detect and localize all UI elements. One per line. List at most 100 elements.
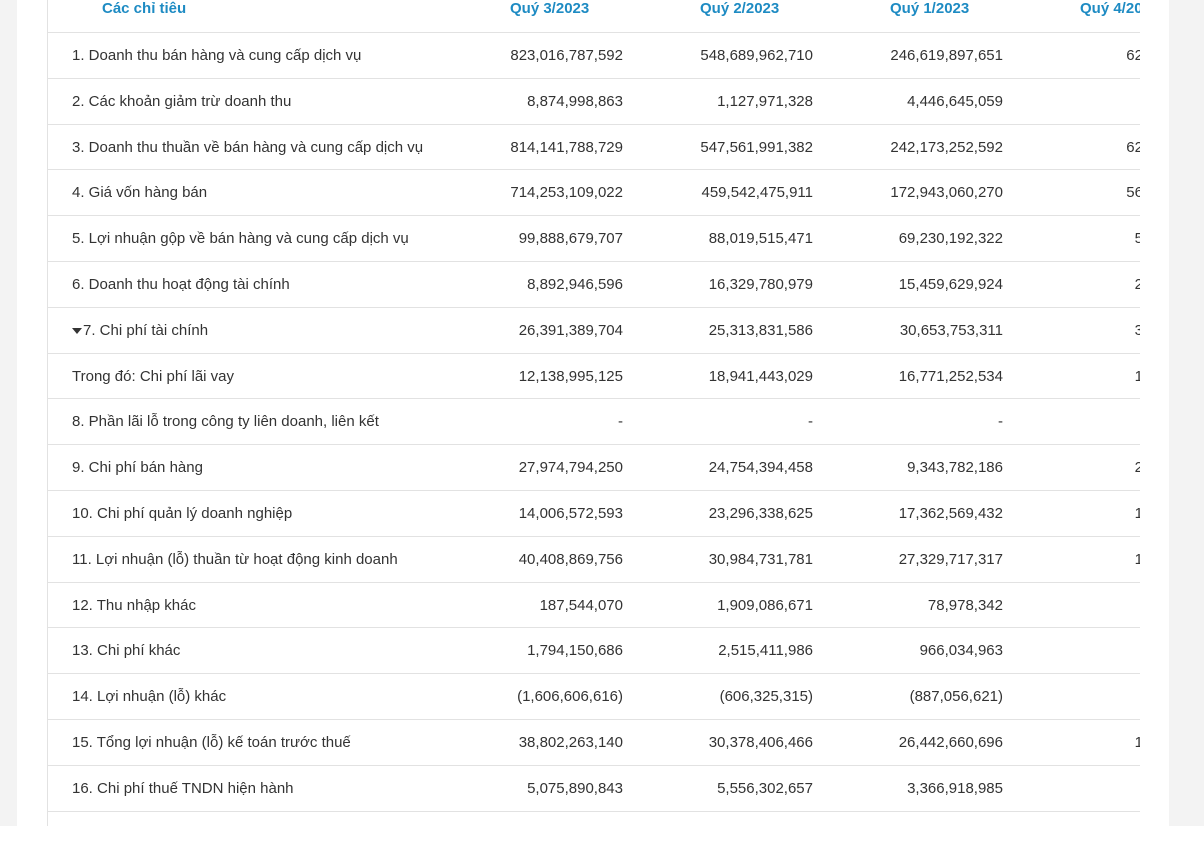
cell-q2: 18,941,443,029 <box>708 367 813 385</box>
row-label: 14. Lợi nhuận (lỗ) khác <box>72 674 226 719</box>
cell-q3: - <box>618 413 623 431</box>
table-row: 5. Lợi nhuận gộp về bán hàng và cung cấp… <box>48 216 1140 262</box>
table-row: 13. Chi phí khác 1,794,150,686 2,515,411,9… <box>48 628 1140 675</box>
cell-q1: - <box>998 413 1003 431</box>
page-background-right <box>1169 0 1204 826</box>
cell-q1: 17,362,569,432 <box>898 504 1003 522</box>
row-label: 13. Chi phí khác <box>72 628 180 673</box>
cell-q2: 30,378,406,466 <box>708 733 813 751</box>
cell-q3: 14,006,572,593 <box>518 504 623 522</box>
cell-q2: 1,909,086,671 <box>717 596 813 614</box>
cell-q1: 78,978,342 <box>927 596 1003 614</box>
cell-q2: 25,313,831,586 <box>708 321 813 339</box>
table-row: 3. Doanh thu thuần về bán hàng và cung c… <box>48 125 1140 171</box>
cell-q2: 1,127,971,328 <box>717 92 813 110</box>
cell-q3: 40,408,869,756 <box>518 550 623 568</box>
row-label: 10. Chi phí quản lý doanh nghiệp <box>72 491 292 536</box>
page-background-left <box>0 0 17 826</box>
table-row: 8. Phần lãi lỗ trong công ty liên doanh,… <box>48 399 1140 446</box>
cell-q4: 13,144,0 <box>1003 354 1140 399</box>
cell-q1: 27,329,717,317 <box>898 550 1003 568</box>
table-row: Trong đó: Chi phí lãi vay 12,138,995,125 1… <box>48 354 1140 400</box>
cell-q3: 99,888,679,707 <box>518 230 623 248</box>
cell-q2: 16,329,780,979 <box>708 275 813 293</box>
cell-q3: 823,016,787,592 <box>510 47 623 64</box>
header-q1-2023[interactable]: Quý 1/2023 <box>890 0 969 22</box>
row-label-text: 8. Phần lãi lỗ trong công ty liên doanh,… <box>72 413 379 431</box>
row-label-text: 10. Chi phí quản lý doanh nghiệp <box>72 504 293 522</box>
row-label: 3. Doanh thu thuần về bán hàng và cung c… <box>72 125 423 170</box>
cell-q4: 1,646,1 <box>1003 766 1140 811</box>
cell-q4: 824,4 <box>1003 628 1140 673</box>
row-label-text: 16. Chi phí thuế TNDN hiện hành <box>72 779 294 797</box>
table-row: 10. Chi phí quản lý doanh nghiệp 14,006,5… <box>48 491 1140 537</box>
cell-q2: 547,561,991,382 <box>700 138 813 156</box>
cell-q1: 26,442,660,696 <box>898 733 1003 751</box>
header-q4-2022[interactable]: Quý 4/2022 <box>1080 0 1140 22</box>
cell-q3: 5,075,890,843 <box>527 779 623 797</box>
cell-q4: 565,237,0 <box>1126 184 1140 202</box>
row-label-text: 4. Giá vốn hàng bán <box>72 184 208 202</box>
cell-q2: 5,556,302,657 <box>717 779 813 797</box>
cell-q1: 172,943,060,270 <box>890 184 1003 202</box>
table-row: 1. Doanh thu bán hàng và cung cấp dịch v… <box>48 33 1140 79</box>
cell-q2: 30,984,731,781 <box>708 550 813 568</box>
table-row: 6. Doanh thu hoạt động tài chính 8,892,94… <box>48 262 1140 308</box>
cell-q3: 714,253,109,022 <box>510 184 623 202</box>
cell-q3: 814,141,788,729 <box>510 138 623 156</box>
cell-q1: 15,459,629,924 <box>898 275 1003 293</box>
row-label-text: 5. Lợi nhuận gộp về bán hàng và cung cấp… <box>72 230 409 248</box>
row-label: 1. Doanh thu bán hàng và cung cấp dịch v… <box>72 33 361 78</box>
cell-q4: 14,714,8 <box>1003 720 1140 765</box>
row-label-text: Trong đó: Chi phí lãi vay <box>72 367 235 385</box>
row-label: 12. Thu nhập khác <box>72 583 196 628</box>
cell-q4: 12,976,5 <box>1003 491 1140 536</box>
cell-q2: 23,296,338,625 <box>708 504 813 522</box>
cell-q3: 8,892,946,596 <box>527 275 623 293</box>
cell-q4: 28,741,8 <box>1003 262 1140 307</box>
row-label: Trong đó: Chi phí lãi vay <box>72 354 234 399</box>
row-label-text: 13. Chi phí khác <box>72 642 181 660</box>
row-label-text: 11. Lợi nhuận (lỗ) thuần từ hoạt động ki… <box>72 550 398 568</box>
page-background-bottom <box>0 826 1204 847</box>
row-label: 11. Lợi nhuận (lỗ) thuần từ hoạt động ki… <box>72 537 398 582</box>
cell-q1: 9,343,782,186 <box>907 459 1003 477</box>
cell-q2: 24,754,394,458 <box>708 459 813 477</box>
cell-q4: 575,5 <box>1003 583 1140 628</box>
cell-q3: 187,544,070 <box>539 596 623 614</box>
table-row: 2. Các khoản giảm trừ doanh thu 8,874,998… <box>48 79 1140 125</box>
cell-q4: 56,099,1 <box>1003 216 1140 261</box>
cell-q2: (606,325,315) <box>719 688 813 706</box>
cell-q1: 966,034,963 <box>919 642 1003 660</box>
row-label: 2. Các khoản giảm trừ doanh thu <box>72 79 291 124</box>
row-label-text: 9. Chi phí bán hàng <box>72 459 203 477</box>
row-label-text: 6. Doanh thu hoạt động tài chính <box>72 275 290 293</box>
row-label: 6. Doanh thu hoạt động tài chính <box>72 262 290 307</box>
cell-q4: 621,336,8 <box>1126 47 1140 64</box>
caret-down-icon[interactable] <box>72 327 82 334</box>
row-label-text: 12. Thu nhập khác <box>72 596 196 614</box>
cell-q4: 14,963,0 <box>1003 537 1140 582</box>
cell-q3: (1,606,606,616) <box>517 688 623 706</box>
row-label[interactable]: 7. Chi phí tài chính <box>72 308 208 353</box>
row-label: 4. Giá vốn hàng bán <box>72 170 207 215</box>
cell-q1: (887,056,621) <box>909 688 1003 706</box>
cell-q2: 459,542,475,911 <box>701 184 814 202</box>
cell-q3: 27,974,794,250 <box>518 459 623 477</box>
cell-q1: 3,366,918,985 <box>907 779 1003 797</box>
table-body: 1. Doanh thu bán hàng và cung cấp dịch v… <box>48 33 1140 812</box>
row-label: 5. Lợi nhuận gộp về bán hàng và cung cấp… <box>72 216 409 261</box>
cell-q3: 38,802,263,140 <box>518 733 623 751</box>
cell-q1: 246,619,897,651 <box>890 47 1003 64</box>
header-q2-2023[interactable]: Quý 2/2023 <box>700 0 779 22</box>
cell-q1: 30,653,753,311 <box>899 321 1003 339</box>
row-label-text: 15. Tổng lợi nhuận (lỗ) kế toán trước th… <box>72 733 351 751</box>
row-label-text: 14. Lợi nhuận (lỗ) khác <box>72 688 227 706</box>
header-q3-2023[interactable]: Quý 3/2023 <box>510 0 589 22</box>
table-row: 16. Chi phí thuế TNDN hiện hành 5,075,890… <box>48 766 1140 812</box>
cell-q4: (248,8 <box>1003 674 1140 719</box>
cell-q2: 2,515,411,986 <box>718 642 813 660</box>
row-label-text: 2. Các khoản giảm trừ doanh thu <box>72 92 292 110</box>
table-row: 14. Lợi nhuận (lỗ) khác (1,606,606,616) (6… <box>48 674 1140 720</box>
cell-q1: 4,446,645,059 <box>907 92 1003 110</box>
